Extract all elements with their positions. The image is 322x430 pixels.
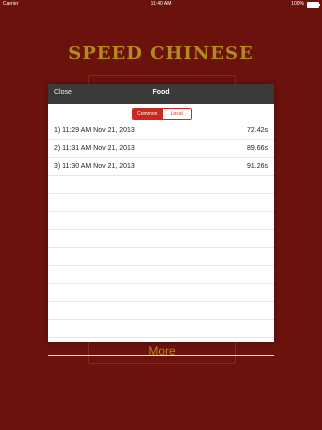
empty-row	[48, 230, 274, 248]
list-item-value: 89.66s	[246, 145, 268, 152]
list-item-value: 91.26s	[246, 163, 268, 170]
list-item[interactable]: 2) 11:31 AM Nov 21, 2013 89.66s	[48, 140, 274, 158]
segment-common[interactable]: Common	[133, 109, 162, 119]
segment-local[interactable]: Local	[162, 109, 191, 119]
empty-row	[48, 212, 274, 230]
scores-list: 1) 11:29 AM Nov 21, 2013 72.42s 2) 11:31…	[48, 122, 274, 356]
empty-row	[48, 338, 274, 356]
empty-row	[48, 284, 274, 302]
status-bar: Carrier 11:40 AM 100%	[0, 0, 322, 9]
status-time: 11:40 AM	[150, 1, 172, 7]
app-title: SPEED CHINESE	[68, 43, 254, 64]
list-item-label: 3) 11:30 AM Nov 21, 2013	[54, 163, 135, 170]
empty-row	[48, 248, 274, 266]
list-item-label: 1) 11:29 AM Nov 21, 2013	[54, 127, 135, 134]
battery-icon	[307, 1, 320, 8]
empty-row	[48, 320, 274, 338]
empty-row	[48, 176, 274, 194]
battery-percent: 100%	[291, 1, 304, 7]
empty-row	[48, 266, 274, 284]
segmented-control: Common Local	[132, 108, 192, 120]
modal-title: Food	[152, 89, 170, 96]
modal-header: Close Food	[48, 84, 274, 104]
list-item[interactable]: 1) 11:29 AM Nov 21, 2013 72.42s	[48, 122, 274, 140]
empty-row	[48, 194, 274, 212]
status-right: 100%	[291, 0, 320, 9]
empty-row	[48, 302, 274, 320]
list-item[interactable]: 3) 11:30 AM Nov 21, 2013 91.26s	[48, 158, 274, 176]
scores-modal: Close Food Common Local 1) 11:29 AM Nov …	[48, 84, 274, 356]
list-item-value: 72.42s	[246, 127, 268, 134]
list-item-label: 2) 11:31 AM Nov 21, 2013	[54, 145, 135, 152]
